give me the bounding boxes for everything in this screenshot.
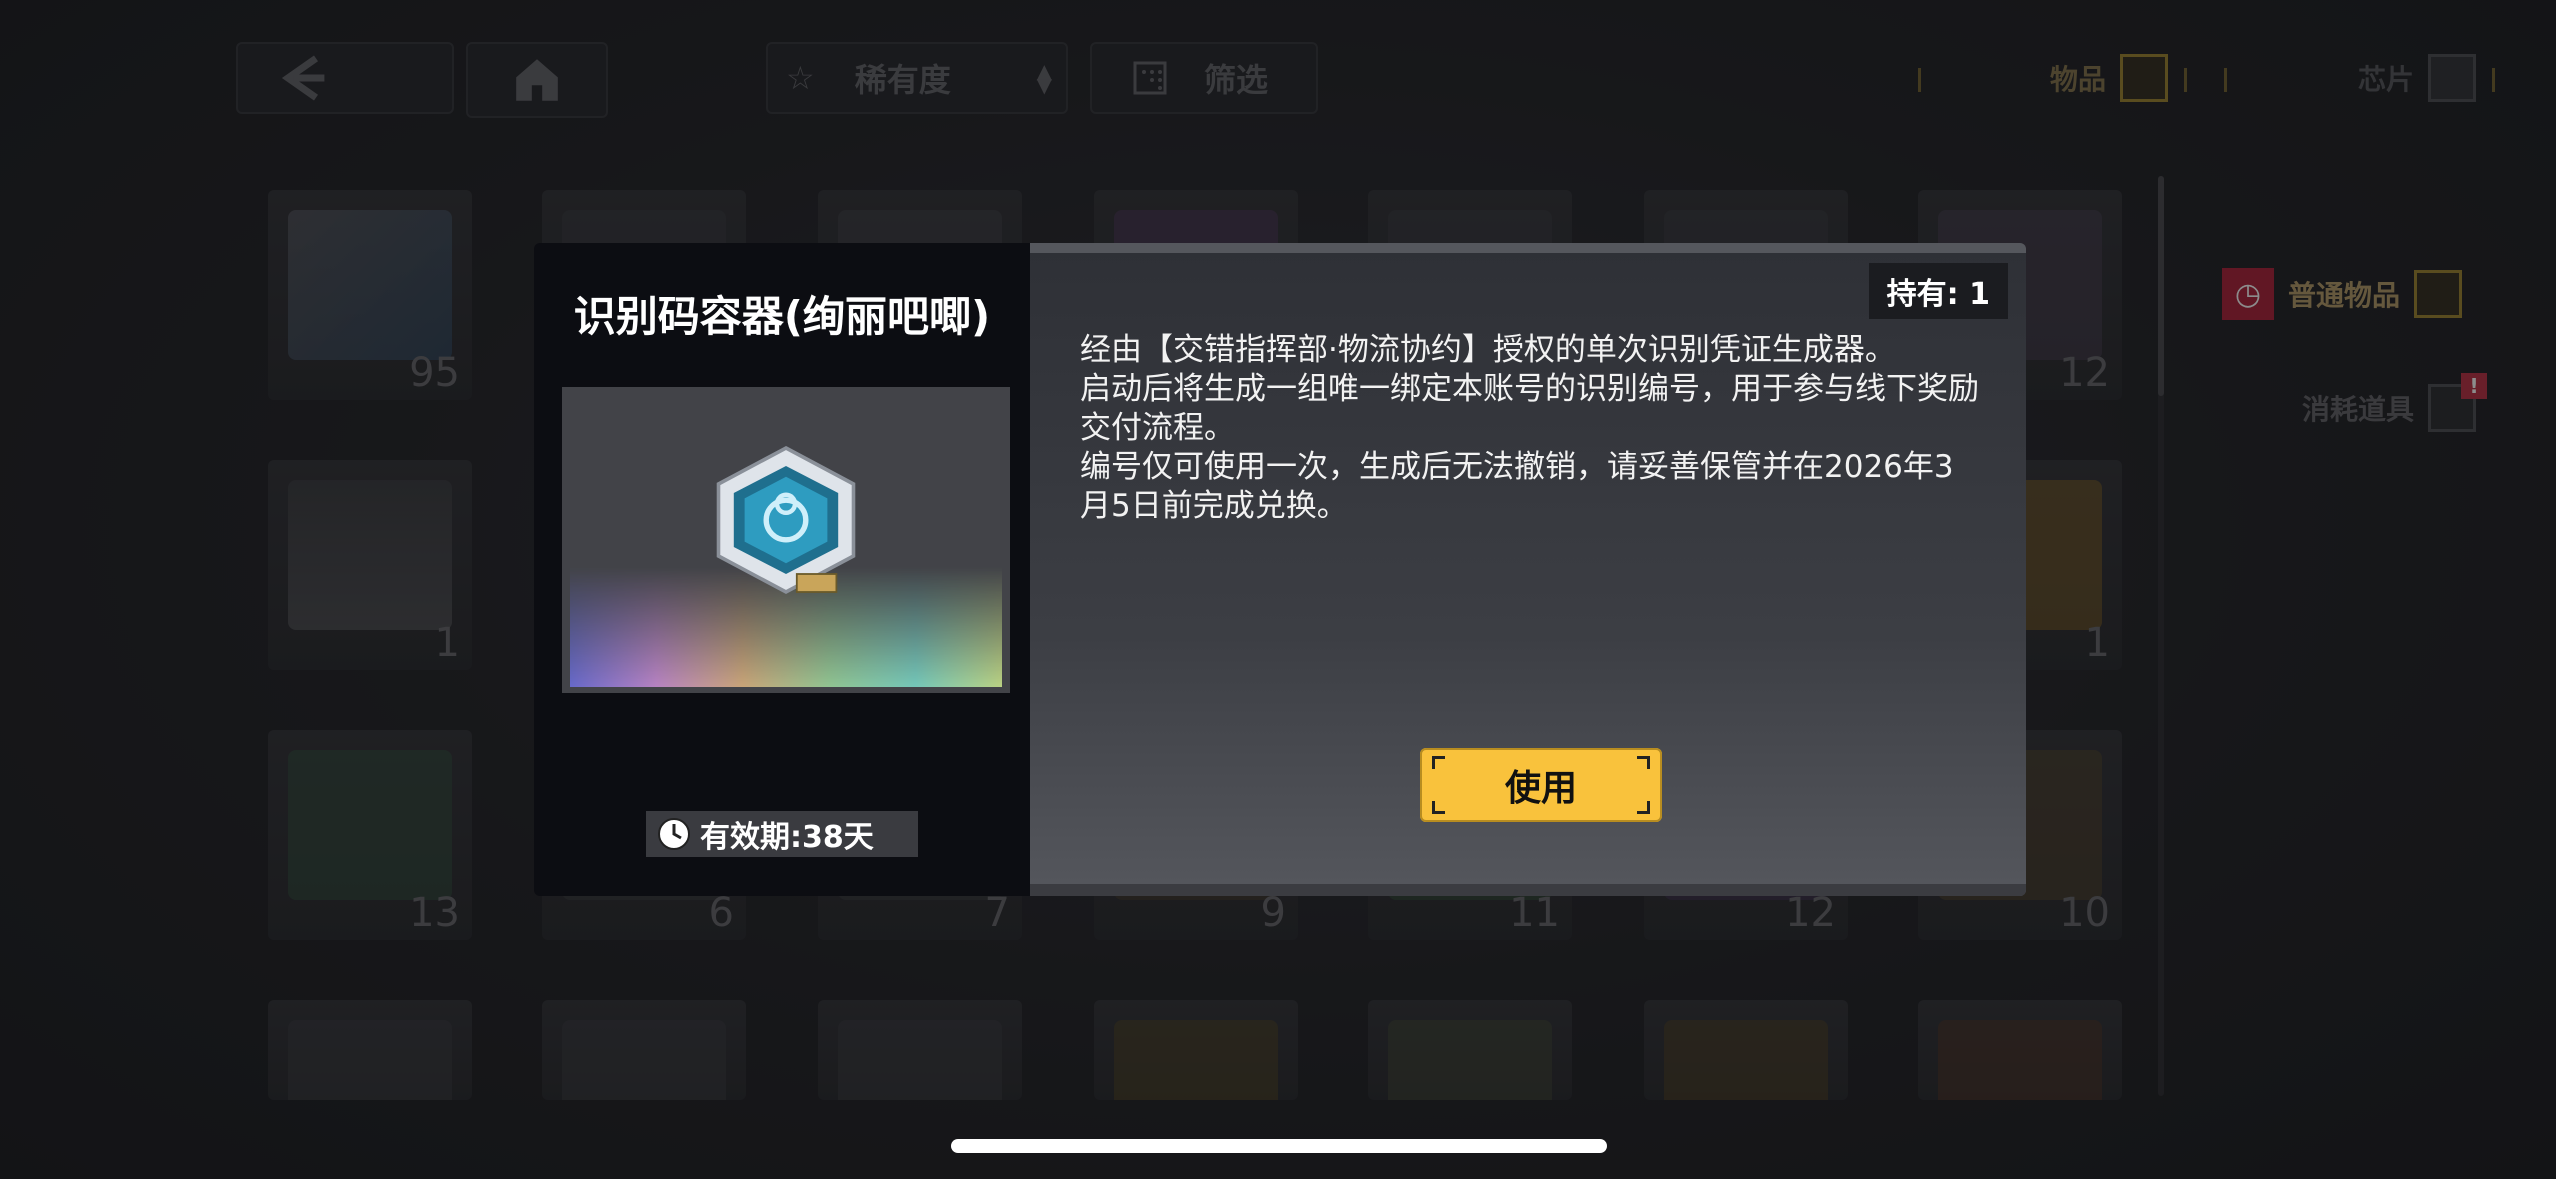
- clock-icon: [658, 818, 690, 850]
- use-button-label: 使用: [1504, 768, 1577, 809]
- use-button[interactable]: 使用: [1420, 748, 1662, 822]
- corner-mark: [1637, 756, 1650, 769]
- panel-bottom-edge: [1030, 884, 2026, 896]
- corner-mark: [1432, 756, 1445, 769]
- item-title: 识别码容器(绚丽吧唧): [573, 292, 991, 341]
- item-preview-panel: 识别码容器(绚丽吧唧) 有效期:38天: [534, 243, 1030, 896]
- item-detail-modal: 识别码容器(绚丽吧唧) 有效期:38天 持有: 1 经由【交错指挥部·物流协约】…: [534, 243, 2026, 896]
- validity-badge: 有效期:38天: [646, 811, 918, 857]
- description-line: 编号仅可使用一次，生成后无法撤销，请妥善保管并在2026年3月5日前完成兑换。: [1080, 449, 1954, 524]
- corner-mark: [1637, 801, 1650, 814]
- item-image: [562, 387, 1010, 693]
- holding-count: 持有: 1: [1868, 263, 2008, 319]
- validity-text: 有效期:38天: [700, 820, 874, 855]
- item-description: 经由【交错指挥部·物流协约】授权的单次识别凭证生成器。 启动后将生成一组唯一绑定…: [1080, 331, 1980, 526]
- corner-mark: [1432, 801, 1445, 814]
- panel-top-edge: [1030, 243, 2026, 253]
- code-container-icon: [716, 445, 856, 595]
- description-line: 经由【交错指挥部·物流协约】授权的单次识别凭证生成器。: [1080, 332, 1896, 368]
- description-line: 启动后将生成一组唯一绑定本账号的识别编号，用于参与线下奖励交付流程。: [1080, 371, 1979, 446]
- item-info-panel: 持有: 1 经由【交错指挥部·物流协约】授权的单次识别凭证生成器。 启动后将生成…: [1030, 243, 2026, 896]
- home-indicator[interactable]: [951, 1139, 1607, 1153]
